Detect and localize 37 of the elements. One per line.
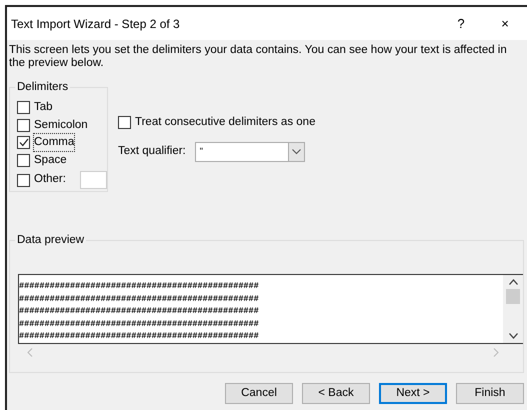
preview-row: ############################################### [19, 305, 259, 318]
preview-row: ############################################### [19, 330, 259, 343]
wizard-button[interactable]: < Back [302, 383, 370, 404]
preview-row: ############################################### [19, 318, 259, 330]
checkbox-label: Treat consecutive delimiters as one [135, 115, 316, 130]
scroll-thumb[interactable] [506, 288, 520, 304]
checkbox-label: Comma [34, 134, 74, 152]
input-field[interactable] [80, 171, 107, 189]
checkbox[interactable] [118, 116, 131, 130]
text-qualifier-dropdown[interactable]: " [194, 142, 305, 162]
wizard-button[interactable]: Finish [456, 383, 524, 404]
checkbox-label: Space [34, 152, 67, 168]
chevron-right-icon [493, 348, 499, 357]
vertical-scrollbar[interactable] [503, 275, 523, 343]
chevron-down-icon [292, 148, 301, 154]
chevron-up-icon [508, 279, 518, 285]
preview-row: ############################################### [19, 292, 259, 306]
checkbox[interactable] [17, 101, 30, 114]
checkbox-label: Semicolon [34, 118, 88, 133]
window-title: Text Import Wizard - Step 2 of 3 [11, 16, 181, 32]
checkbox-label: Other: [34, 172, 66, 188]
group-label: Data preview [15, 233, 86, 247]
wizard-button[interactable]: Cancel [225, 383, 293, 404]
description-text: This screen lets you set the delimiters your data contains. You can see how your text is affected in the preview below. [8, 43, 508, 70]
checkbox[interactable] [17, 154, 30, 167]
checkbox[interactable] [17, 118, 30, 132]
preview-row: ############################################### [19, 280, 259, 293]
field-label: Text qualifier: [118, 144, 186, 159]
wizard-button[interactable]: Next > [379, 383, 447, 404]
checkmark-icon [18, 138, 28, 148]
checkbox-label: Tab [34, 100, 53, 116]
chevron-down-icon [508, 333, 518, 339]
checkbox[interactable] [17, 174, 30, 186]
checkbox[interactable] [17, 136, 30, 150]
close-button[interactable]: × [483, 14, 527, 34]
chevron-left-icon [27, 348, 33, 357]
help-button[interactable]: ? [439, 14, 483, 34]
